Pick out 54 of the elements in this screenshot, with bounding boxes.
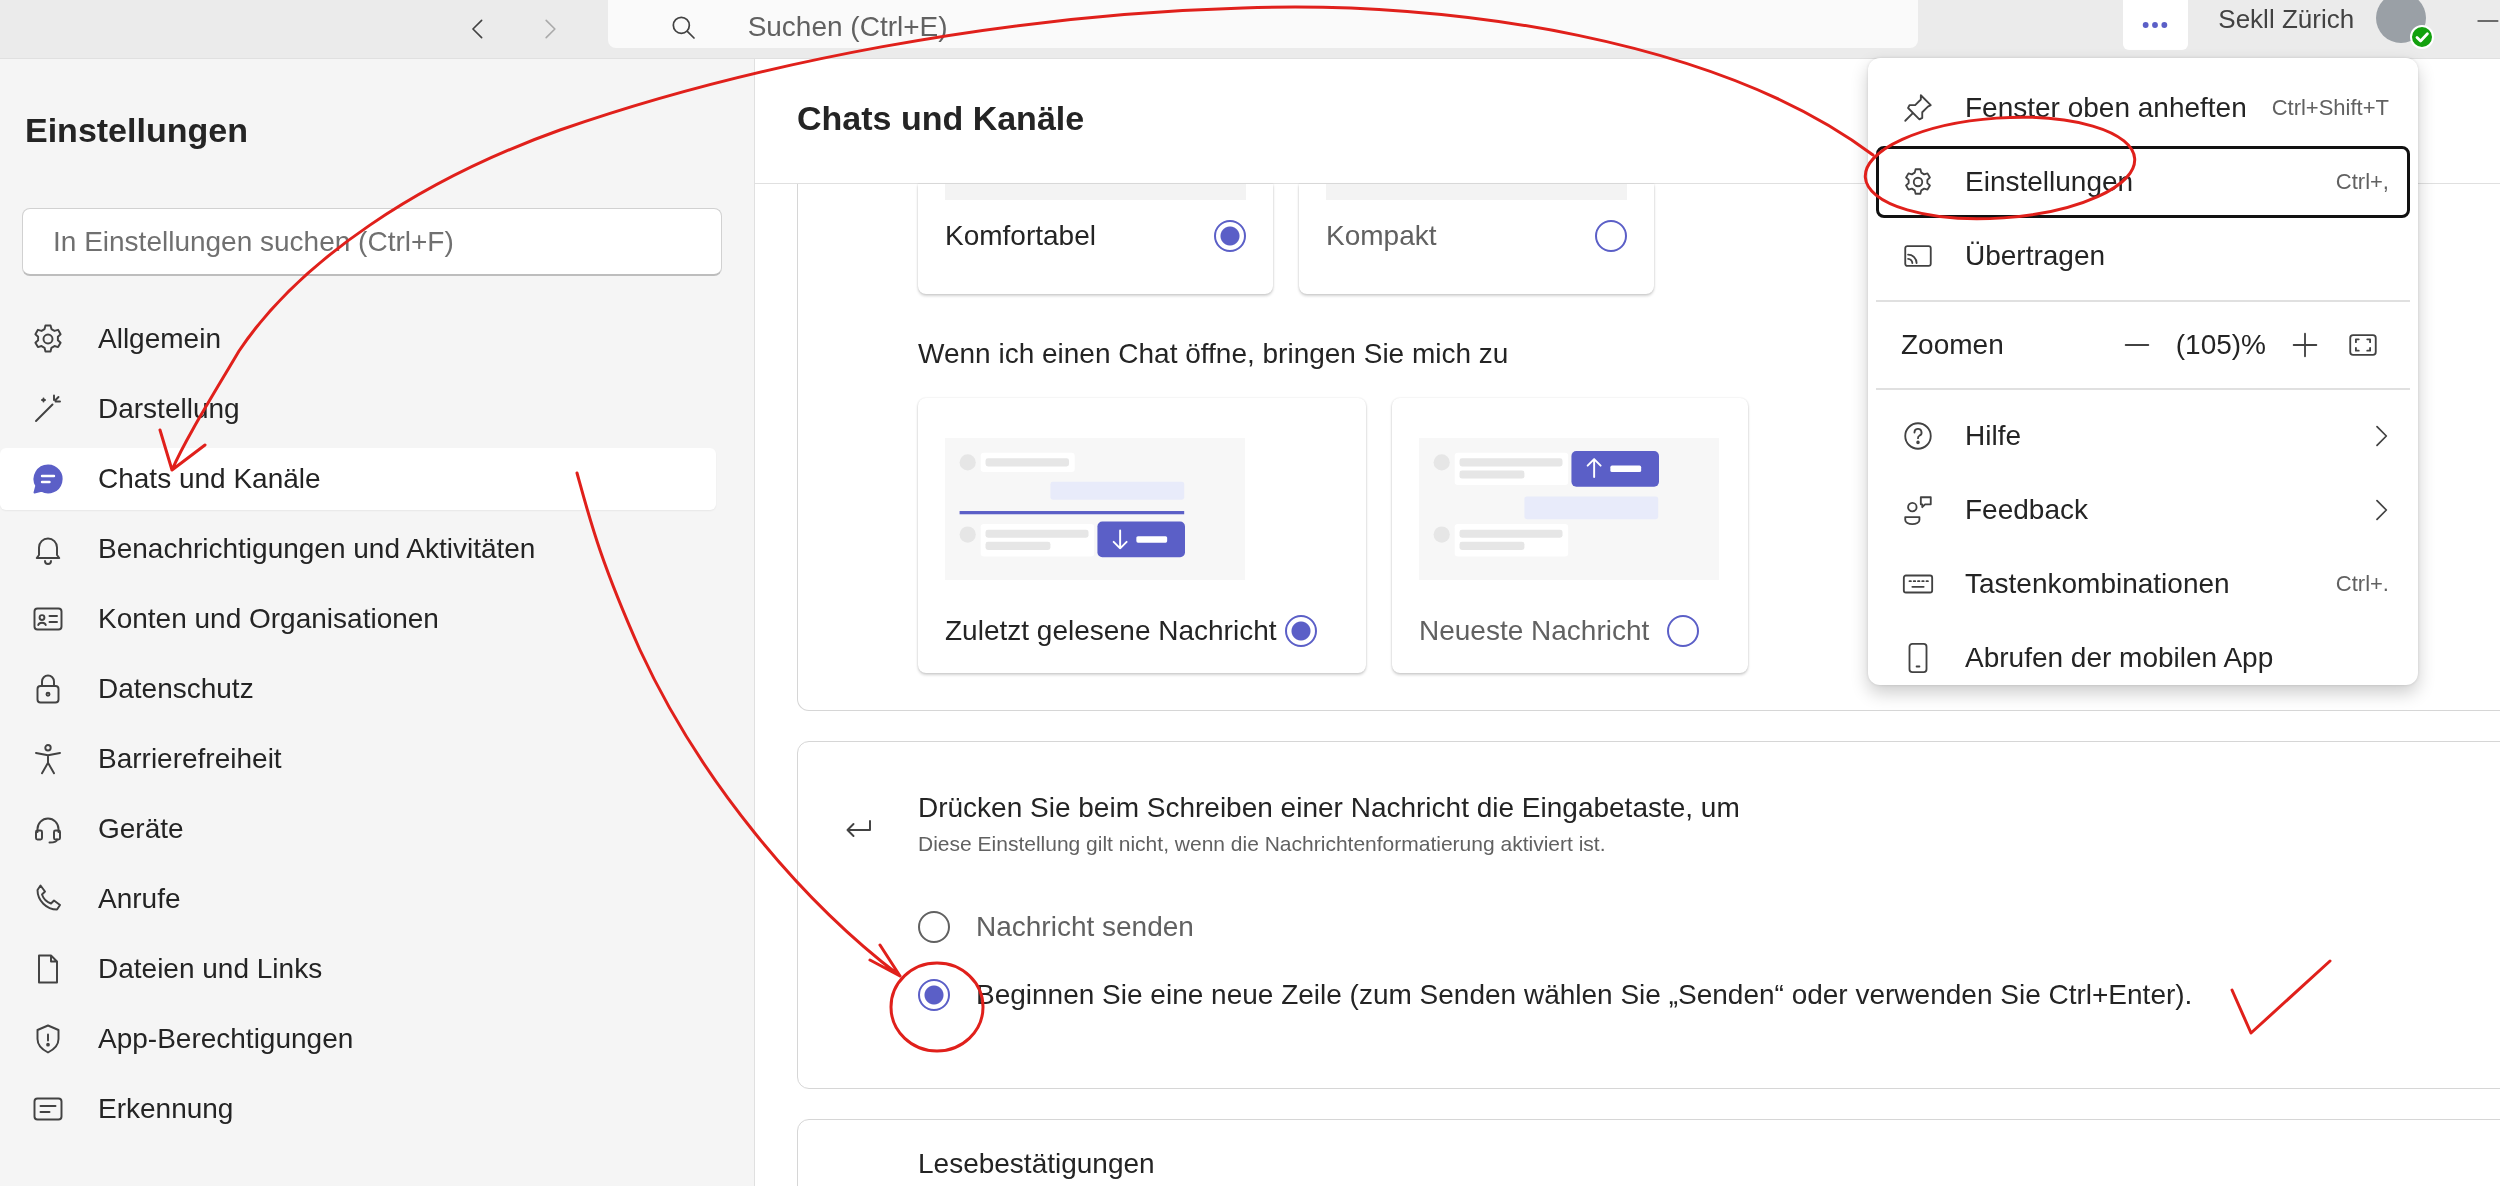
- radio-button[interactable]: [1284, 615, 1317, 647]
- menu-label: Zoomen: [1901, 329, 2004, 361]
- option-label: Zuletzt gelesene Nachricht: [945, 615, 1277, 647]
- sidebar-item[interactable]: Datenschutz: [0, 658, 716, 720]
- menu-item[interactable]: Übertragen: [1876, 220, 2410, 292]
- radio-button[interactable]: [1214, 220, 1246, 252]
- sidebar-item[interactable]: Dateien und Links: [0, 938, 716, 1000]
- radio-button[interactable]: [1595, 220, 1627, 252]
- layout-option-card[interactable]: Kompakt: [1299, 184, 1654, 294]
- settings-search-field[interactable]: In Einstellungen suchen (Ctrl+F): [22, 208, 722, 276]
- sidebar-item[interactable]: Geräte: [0, 798, 716, 860]
- status-badge: [2410, 25, 2435, 49]
- sidebar-item[interactable]: Barrierefreiheit: [0, 728, 716, 790]
- sidebar-title: Einstellungen: [25, 111, 249, 151]
- setting-label: Wenn ich einen Chat öffne, bringen Sie mich zu: [918, 338, 1509, 370]
- sidebar-item[interactable]: Konten und Organisationen: [0, 588, 716, 650]
- sidebar-item[interactable]: Allgemein: [0, 308, 716, 370]
- setting-title: Lesebestätigungen: [918, 1148, 1155, 1179]
- sidebar-item[interactable]: Anrufe: [0, 868, 716, 930]
- page-title: Chats und Kanäle: [797, 98, 1085, 138]
- menu-item[interactable]: Hilfe: [1876, 400, 2410, 472]
- sidebar-item[interactable]: Chats und Kanäle: [0, 448, 716, 510]
- option-label: Neueste Nachricht: [1419, 615, 1650, 647]
- sidebar-item[interactable]: Erkennung: [0, 1078, 716, 1140]
- layout-option-card[interactable]: Komfortabel: [918, 184, 1273, 294]
- pin-icon: [1901, 91, 1935, 125]
- more-icon: [2141, 19, 2170, 30]
- shortcut-label: Ctrl+Shift+T: [2271, 95, 2389, 121]
- more-options-button[interactable]: [2122, 0, 2189, 50]
- user-name: Sekll Zürich: [2218, 3, 2355, 35]
- feedback-icon: [1901, 493, 1935, 527]
- option-card[interactable]: Zuletzt gelesene Nachricht: [918, 398, 1366, 673]
- radio-button[interactable]: [918, 911, 950, 943]
- option-label: Kompakt: [1326, 220, 1437, 252]
- option-card[interactable]: Neueste Nachricht: [1392, 398, 1748, 673]
- zoom-level: (105)%: [2175, 329, 2266, 361]
- avatar[interactable]: [2376, 0, 2427, 43]
- option-label: Komfortabel: [945, 220, 1096, 252]
- menu-item[interactable]: Fenster oben anheften Ctrl+Shift+T: [1876, 72, 2410, 144]
- help-icon: [1901, 419, 1935, 453]
- setting-hint: Diese Einstellung gilt nicht, wenn die Nachrichtenformatierung aktiviert ist.: [918, 832, 1607, 856]
- option-label: Nachricht senden: [976, 911, 1194, 943]
- search-field[interactable]: Suchen (Ctrl+E): [607, 0, 1918, 48]
- radio-button[interactable]: [1667, 615, 1700, 647]
- minimize-icon[interactable]: [2476, 19, 2500, 23]
- shortcut-label: Ctrl+.: [2335, 571, 2389, 597]
- shortcut-label: Ctrl+,: [2335, 169, 2389, 195]
- menu-item[interactable]: Tastenkombinationen Ctrl+.: [1876, 548, 2410, 620]
- setting-title: Drücken Sie beim Schreiben einer Nachricht die Eingabetaste, um: [918, 792, 1740, 824]
- sidebar-item[interactable]: Benachrichtigungen und Aktivitäten: [0, 518, 716, 580]
- menu-item[interactable]: Feedback: [1876, 474, 2410, 546]
- sidebar-item[interactable]: App-Berechtigungen: [0, 1008, 716, 1070]
- radio-button[interactable]: [918, 979, 950, 1011]
- menu-item[interactable]: Abrufen der mobilen App: [1876, 622, 2410, 694]
